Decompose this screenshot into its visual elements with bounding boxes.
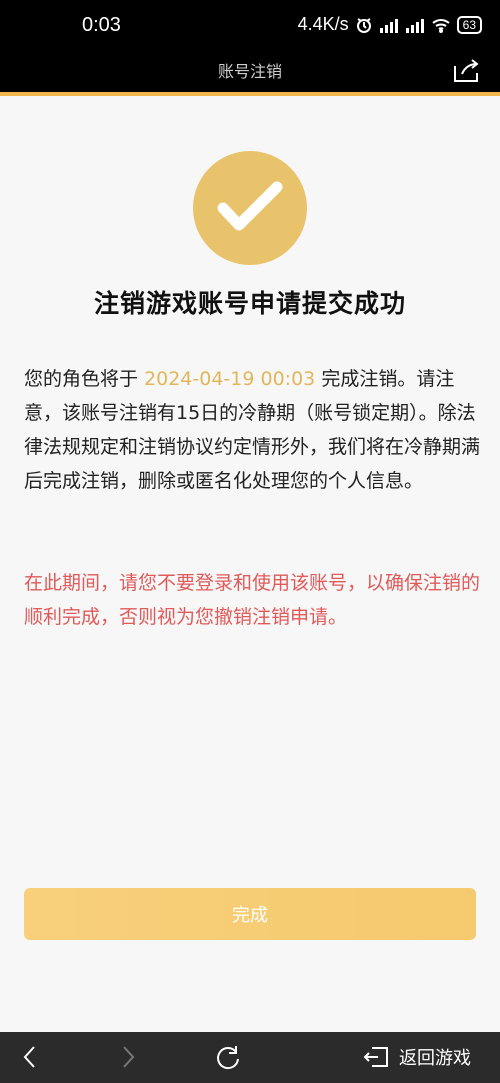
notice-paragraph: 您的角色将于 2024-04-19 00:03 完成注销。请注意，该账号注销有1… [24, 362, 480, 498]
warning-text: 在此期间，请您不要登录和使用该账号，以确保注销的顺利完成，否则视为您撤销注销申请… [24, 572, 481, 628]
refresh-button[interactable] [210, 1040, 246, 1074]
return-game-label: 返回游戏 [399, 1048, 471, 1069]
notice-text-before: 您的角色将于 [24, 368, 145, 390]
status-right: 4.4K/s 63 [298, 14, 482, 35]
page-title: 账号注销 [217, 62, 282, 81]
signal-hd-icon [379, 16, 399, 34]
forward-arrow-icon [123, 1046, 135, 1068]
success-badge [193, 151, 307, 265]
status-time: 0:03 [82, 14, 121, 36]
deletion-date: 2024-04-19 00:03 [144, 368, 316, 390]
return-game-button[interactable]: 返回游戏 [356, 1040, 478, 1074]
signal-hd-icon [405, 16, 425, 34]
bottom-nav: 返回游戏 [0, 1032, 500, 1083]
back-button[interactable] [12, 1040, 48, 1074]
share-button[interactable] [450, 56, 482, 86]
success-title: 注销游戏账号申请提交成功 [93, 289, 406, 318]
checkmark-icon [217, 181, 283, 231]
forward-button[interactable] [110, 1040, 146, 1074]
network-speed: 4.4K/s [297, 14, 349, 34]
alarm-icon [355, 16, 373, 34]
main-content: 注销游戏账号申请提交成功 您的角色将于 2024-04-19 00:03 完成注… [0, 96, 500, 1032]
titlebar: 账号注销 [0, 52, 500, 92]
done-button[interactable]: 完成 [24, 888, 476, 940]
battery-icon: 63 [456, 15, 482, 34]
back-arrow-icon [23, 1046, 35, 1068]
status-bar: 0:03 4.4K/s 63 [0, 0, 500, 52]
wifi-icon [431, 16, 451, 34]
